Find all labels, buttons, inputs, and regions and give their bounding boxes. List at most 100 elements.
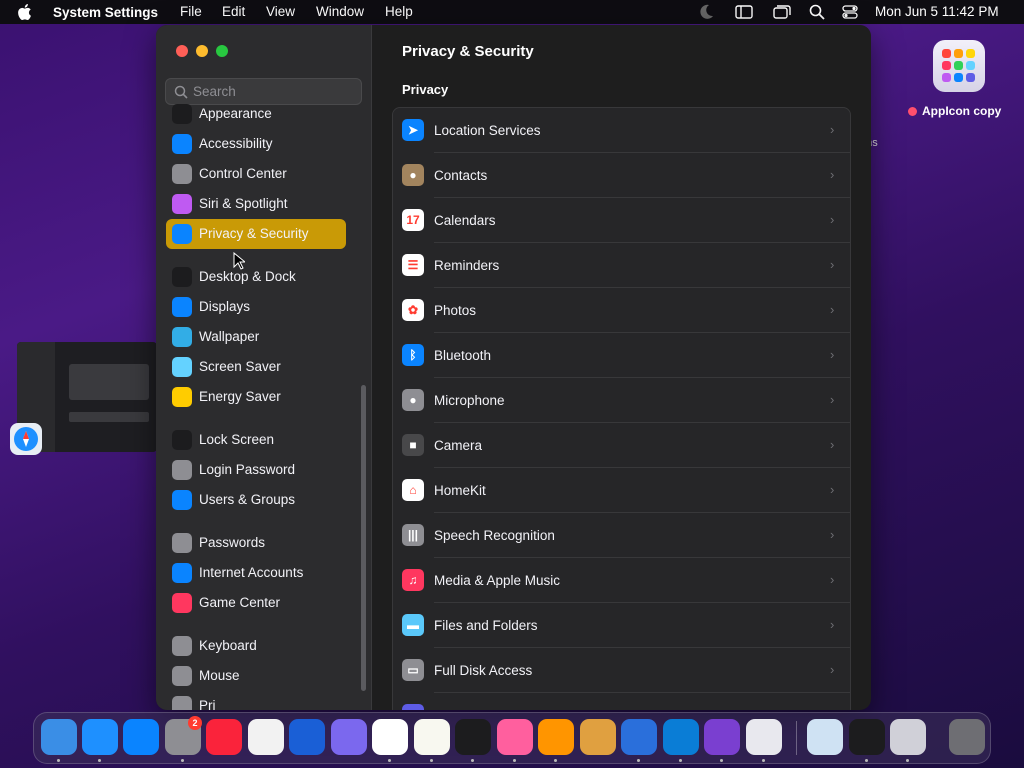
- privacy-row[interactable]: ☰ Reminders ›: [393, 243, 850, 288]
- sidebar-scrollbar[interactable]: [361, 385, 366, 691]
- sidebar-item[interactable]: Control Center: [166, 159, 346, 189]
- script-editor-icon[interactable]: [248, 719, 284, 755]
- privacy-list: ➤ Location Services › ● Contacts › 17 Calendars…: [392, 107, 851, 710]
- appicon-file-icon[interactable]: [933, 40, 985, 92]
- safari-icon[interactable]: [82, 719, 118, 755]
- sidebar-item[interactable]: Keyboard: [166, 631, 346, 661]
- menu-view[interactable]: View: [266, 4, 295, 19]
- terminal-icon[interactable]: [455, 719, 491, 755]
- sidebar-item-label: Lock Screen: [199, 432, 275, 447]
- garageband-icon[interactable]: [580, 719, 616, 755]
- privacy-row[interactable]: ⌂ HomeKit ›: [393, 468, 850, 513]
- bbedit-icon[interactable]: [372, 719, 408, 755]
- sidebar-item[interactable]: Mouse: [166, 661, 346, 691]
- control-center-icon[interactable]: [842, 4, 858, 20]
- dock-icon: [172, 267, 192, 287]
- privacy-row[interactable]: ♫ Media & Apple Music ›: [393, 558, 850, 603]
- privacy-row[interactable]: ||| Speech Recognition ›: [393, 513, 850, 558]
- thumbnail-content: [69, 364, 149, 400]
- sidebar-item[interactable]: Game Center: [166, 588, 346, 618]
- running-indicator: [554, 759, 557, 762]
- sidebar-item[interactable]: Privacy & Security: [166, 219, 346, 249]
- system-settings-window: Search Appearance Accessibility Control Ce…: [156, 25, 871, 710]
- sidebar-item[interactable]: Appearance: [166, 99, 346, 129]
- menu-file[interactable]: File: [180, 4, 202, 19]
- zoom-window-button[interactable]: [216, 45, 228, 57]
- xcode-icon[interactable]: [331, 719, 367, 755]
- running-indicator: [430, 759, 433, 762]
- visual-studio-icon[interactable]: [704, 719, 740, 755]
- sidebar-item[interactable]: Pri: [166, 691, 346, 710]
- chevron-right-icon: ›: [830, 572, 835, 587]
- privacy-row-label: Reminders: [434, 258, 500, 273]
- running-indicator: [720, 759, 723, 762]
- finder-icon[interactable]: [41, 719, 77, 755]
- preview-icon[interactable]: [807, 719, 843, 755]
- sidebar-item[interactable]: Desktop & Dock: [166, 262, 346, 292]
- search-placeholder: Search: [193, 84, 236, 99]
- launchpad-icon[interactable]: [746, 719, 782, 755]
- shortcuts-icon[interactable]: [497, 719, 533, 755]
- sidebar-icon[interactable]: [735, 4, 753, 20]
- sidebar-item-label: Siri & Spotlight: [199, 196, 288, 211]
- chevron-right-icon: ›: [830, 662, 835, 677]
- sidebar-item[interactable]: Screen Saver: [166, 352, 346, 382]
- sidebar-item[interactable]: Login Password: [166, 455, 346, 485]
- siri-icon: [172, 194, 192, 214]
- paw-icon[interactable]: [289, 719, 325, 755]
- waveform-icon: |||: [402, 524, 424, 546]
- privacy-row-label: Files and Folders: [434, 618, 538, 633]
- dock: [33, 712, 991, 764]
- quicktime-icon[interactable]: [621, 719, 657, 755]
- vscode-icon[interactable]: [663, 719, 699, 755]
- menu-edit[interactable]: Edit: [222, 4, 245, 19]
- sidebar-item[interactable]: Wallpaper: [166, 322, 346, 352]
- sidebar-item[interactable]: Siri & Spotlight: [166, 189, 346, 219]
- menu-bar-clock[interactable]: Mon Jun 5 11:42 PM: [875, 4, 999, 19]
- running-indicator: [762, 759, 765, 762]
- safari-desktop-icon[interactable]: [10, 423, 42, 455]
- sidebar-item[interactable]: Lock Screen: [166, 425, 346, 455]
- trash-icon[interactable]: [949, 719, 985, 755]
- sidebar-item[interactable]: Internet Accounts: [166, 558, 346, 588]
- windows-icon[interactable]: [773, 4, 791, 20]
- privacy-row[interactable]: ✿ Photos ›: [393, 288, 850, 333]
- minimize-window-button[interactable]: [196, 45, 208, 57]
- privacy-row[interactable]: ▭ Full Disk Access ›: [393, 648, 850, 693]
- privacy-row[interactable]: ☾ Fo ›: [393, 693, 850, 710]
- at-icon: [172, 563, 192, 583]
- privacy-row[interactable]: 17 Calendars ›: [393, 198, 850, 243]
- sidebar-item[interactable]: Users & Groups: [166, 485, 346, 515]
- xcode-tools-icon[interactable]: [890, 719, 926, 755]
- textedit-icon[interactable]: [414, 719, 450, 755]
- sidebar-item[interactable]: Accessibility: [166, 129, 346, 159]
- sidebar-item-label: Control Center: [199, 166, 287, 181]
- moon-icon[interactable]: [700, 4, 714, 20]
- privacy-row[interactable]: ➤ Location Services ›: [393, 108, 850, 153]
- music-icon[interactable]: [206, 719, 242, 755]
- magnifier-icon[interactable]: [809, 4, 825, 20]
- bluetooth-icon: ᛒ: [402, 344, 424, 366]
- privacy-row[interactable]: ▬ Files and Folders ›: [393, 603, 850, 648]
- app-name-menu[interactable]: System Settings: [53, 5, 158, 20]
- privacy-row[interactable]: ■ Camera ›: [393, 423, 850, 468]
- menu-window[interactable]: Window: [316, 4, 364, 19]
- app-store-icon[interactable]: [123, 719, 159, 755]
- red-tag-dot: [908, 106, 917, 116]
- privacy-row[interactable]: ᛒ Bluetooth ›: [393, 333, 850, 378]
- keyboard-viewer-icon[interactable]: [849, 719, 885, 755]
- menu-help[interactable]: Help: [385, 4, 413, 19]
- sidebar-item[interactable]: Displays: [166, 292, 346, 322]
- running-indicator: [388, 759, 391, 762]
- privacy-row[interactable]: ● Contacts ›: [393, 153, 850, 198]
- section-header: Privacy: [402, 82, 449, 97]
- sidebar-item[interactable]: Energy Saver: [166, 382, 346, 412]
- apple-icon[interactable]: [18, 3, 34, 21]
- sidebar-item-label: Mouse: [199, 668, 240, 683]
- sidebar-item[interactable]: Passwords: [166, 528, 346, 558]
- content-pane: Privacy & Security Privacy ➤ Location Ser…: [372, 25, 871, 710]
- desktop-icon-label[interactable]: AppIcon copy: [908, 104, 1001, 118]
- privacy-row[interactable]: ● Microphone ›: [393, 378, 850, 423]
- close-window-button[interactable]: [176, 45, 188, 57]
- image-playground-icon[interactable]: [538, 719, 574, 755]
